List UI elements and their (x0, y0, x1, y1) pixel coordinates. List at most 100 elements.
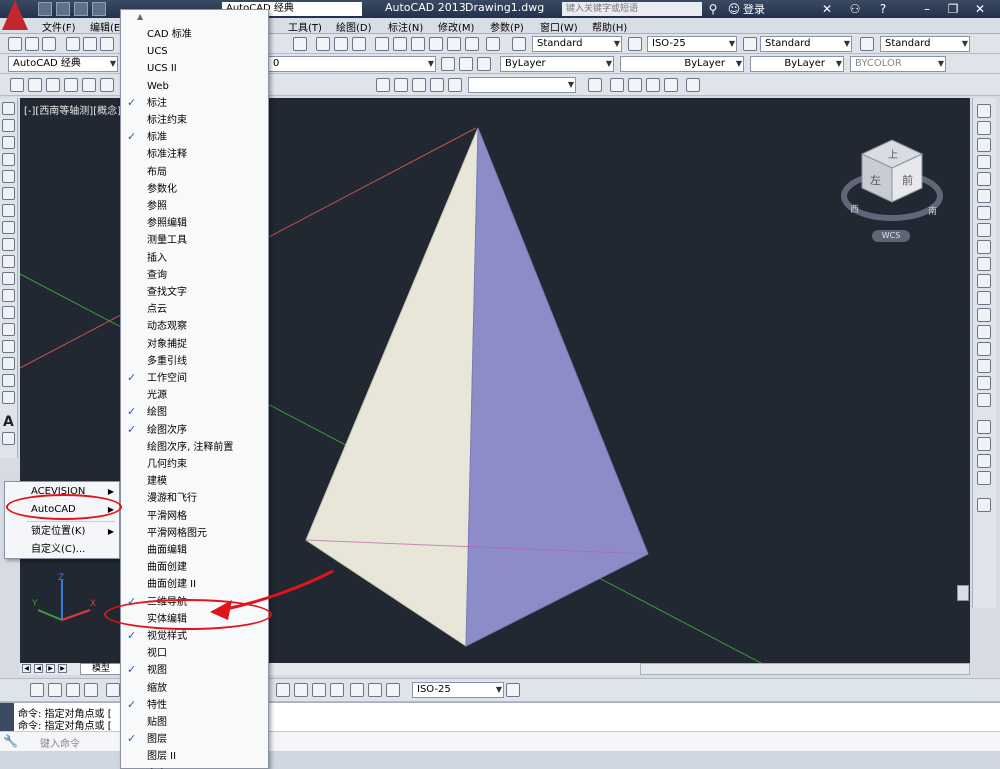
copy-icon[interactable] (977, 121, 991, 135)
text-front-icon[interactable] (977, 498, 991, 512)
arc-length-icon[interactable] (66, 683, 80, 697)
toolbar-menu-item[interactable]: 缩放 (121, 680, 268, 697)
aligned-dim-icon[interactable] (48, 683, 62, 697)
user-icon[interactable]: ☺ (727, 2, 741, 16)
tolerance-icon[interactable] (276, 683, 290, 697)
wcs-menu[interactable]: WCS (872, 230, 910, 242)
spline-icon[interactable] (2, 238, 15, 251)
close-icon[interactable]: ✕ (973, 2, 987, 16)
toolbar-menu-item[interactable]: 光源 (121, 387, 268, 404)
break-at-point-icon[interactable] (977, 291, 991, 305)
save-as-icon[interactable] (92, 2, 106, 16)
linear-dim-icon[interactable] (30, 683, 44, 697)
stretch-icon[interactable] (977, 240, 991, 254)
lineweight-select[interactable]: ByLayer (750, 56, 844, 72)
maximize-icon[interactable]: ❐ (946, 2, 960, 16)
table-style-icon[interactable] (743, 37, 757, 51)
minimize-icon[interactable]: – (920, 2, 934, 16)
help-button-icon[interactable] (486, 37, 500, 51)
tool-palettes-icon[interactable] (411, 37, 425, 51)
toolbar-menu-item[interactable]: 动态观察 (121, 318, 268, 335)
properties-icon[interactable] (375, 37, 389, 51)
menu-tools[interactable]: 工具(T) (288, 19, 322, 34)
toolbar-menu-item[interactable]: 对象捕捉 (121, 336, 268, 353)
free-orbit-icon[interactable] (430, 78, 444, 92)
toolbar-menu-item[interactable]: ✓ 视觉样式 (121, 628, 268, 645)
toolbar-menu-item[interactable]: 平滑网格图元 (121, 525, 268, 542)
menu-help[interactable]: 帮助(H) (592, 19, 627, 34)
linetype-select[interactable]: ByLayer (620, 56, 744, 72)
zoom-realtime-icon[interactable] (316, 37, 330, 51)
toolbar-menu-item[interactable]: 标准注释 (121, 146, 268, 163)
revcloud-icon[interactable] (2, 221, 15, 234)
line-icon[interactable] (2, 102, 15, 115)
plot-preview-icon[interactable] (83, 37, 97, 51)
dim-text-edit-icon[interactable] (368, 683, 382, 697)
toolbar-menu-item[interactable]: 测量工具 (121, 232, 268, 249)
tab-next-icon[interactable]: ▶ (46, 664, 55, 673)
offset-icon[interactable] (977, 155, 991, 169)
continuous-orbit-icon[interactable] (448, 78, 462, 92)
help-community-icon[interactable]: ⚇ (848, 2, 862, 16)
draw-order-front-icon[interactable] (977, 420, 991, 434)
menu-item-lock-location[interactable]: 锁定位置(K) ▶ (5, 523, 119, 541)
radius-dim-icon[interactable] (106, 683, 120, 697)
view-box-icon-1[interactable] (10, 78, 24, 92)
toolbar-menu-item[interactable]: CAD 标准 (121, 26, 268, 43)
realistic-icon[interactable] (646, 78, 660, 92)
horizontal-scrollbar[interactable] (640, 663, 970, 675)
zoom-icon[interactable] (394, 78, 408, 92)
inspection-icon[interactable] (312, 683, 326, 697)
layer-previous-icon[interactable] (441, 57, 455, 71)
region-icon[interactable] (2, 374, 15, 387)
menu-window[interactable]: 窗口(W) (540, 19, 578, 34)
toolbar-menu-item[interactable]: 图层 II (121, 748, 268, 765)
zoom-window-icon[interactable] (334, 37, 348, 51)
table-style-select[interactable]: Standard (760, 36, 852, 52)
view-box-icon-5[interactable] (82, 78, 96, 92)
wireframe-3d-icon[interactable] (628, 78, 642, 92)
toolbar-menu-item[interactable]: 曲面编辑 (121, 542, 268, 559)
toolbar-menu-item[interactable]: 多重引线 (121, 353, 268, 370)
plotstyle-select[interactable]: BYCOLOR (850, 56, 946, 72)
rectangle-icon[interactable] (2, 170, 15, 183)
toolbar-menu-item[interactable]: ✓ 特性 (121, 697, 268, 714)
toolbar-menu-item[interactable]: ✓ 绘图次序 (121, 422, 268, 439)
plot-icon[interactable] (66, 37, 80, 51)
visual-styles-manager-icon[interactable] (686, 78, 700, 92)
ellipse-icon[interactable] (2, 255, 15, 268)
text-style-select[interactable]: Standard (532, 36, 622, 52)
scale-icon[interactable] (977, 223, 991, 237)
tab-last-icon[interactable]: ▶ (58, 664, 67, 673)
menu-dimension[interactable]: 标注(N) (388, 19, 423, 34)
multiline-text-icon[interactable]: A (3, 414, 14, 430)
pyramid-left-face[interactable] (305, 127, 479, 647)
layer-iso-icon[interactable] (477, 57, 491, 71)
new-icon[interactable] (8, 37, 22, 51)
extend-icon[interactable] (977, 274, 991, 288)
menu-file[interactable]: 文件(F) (42, 19, 76, 34)
scroll-up-icon[interactable]: ▲ (137, 12, 143, 21)
toolbar-menu-item[interactable]: 建模 (121, 473, 268, 490)
insert-block-icon[interactable] (2, 289, 15, 302)
sheet-set-icon[interactable] (429, 37, 443, 51)
toolbar-menu-item[interactable]: 参照编辑 (121, 215, 268, 232)
construction-line-icon[interactable] (2, 119, 15, 132)
toolbar-menu-item[interactable]: 查找文字 (121, 284, 268, 301)
draw-order-above-icon[interactable] (977, 454, 991, 468)
layer-make-current-icon[interactable] (459, 57, 473, 71)
center-mark-icon[interactable] (294, 683, 308, 697)
array-icon[interactable] (977, 172, 991, 186)
calculator-icon[interactable] (465, 37, 479, 51)
toolbar-menu-item[interactable]: ✓ 标准 (121, 129, 268, 146)
vertical-scrollbar-thumb[interactable] (957, 585, 969, 601)
multileader-style-icon[interactable] (860, 37, 874, 51)
wireframe-2d-icon[interactable] (610, 78, 624, 92)
publish-icon[interactable] (100, 37, 114, 51)
open-icon[interactable] (25, 37, 39, 51)
tab-model[interactable]: 模型 (80, 663, 122, 675)
zoom-previous-icon[interactable] (352, 37, 366, 51)
toolbar-menu-item[interactable]: ✓ 视图 (121, 662, 268, 679)
viewport-controls-label[interactable]: [-][西南等轴测][概念] (24, 102, 121, 117)
named-view-select[interactable] (468, 77, 576, 93)
